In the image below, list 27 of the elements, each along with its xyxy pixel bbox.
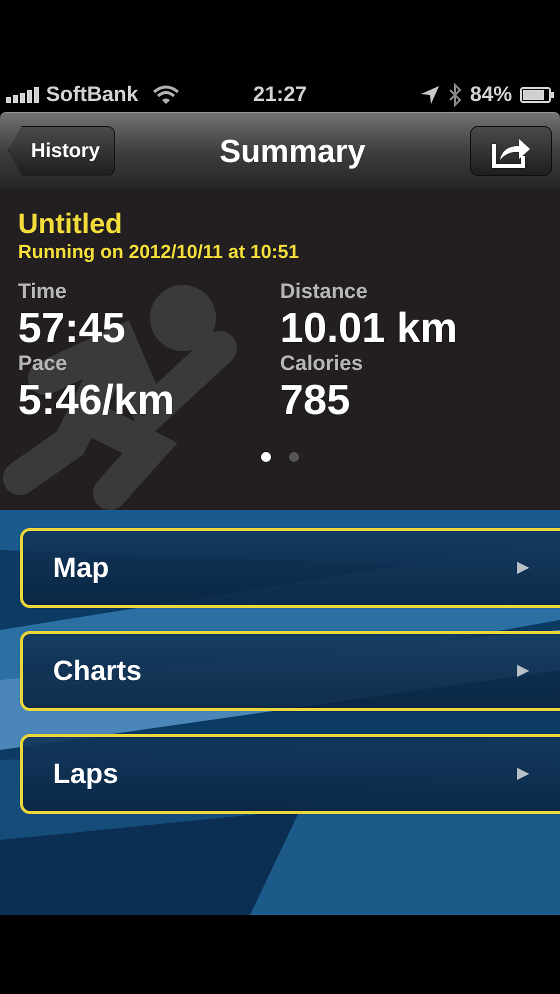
bluetooth-icon: [448, 83, 462, 107]
carrier-name: SoftBank: [46, 82, 138, 108]
stat-label: Calories: [280, 352, 363, 376]
battery-percent: 84%: [470, 82, 512, 108]
stat-value: 5:46/km: [18, 376, 174, 424]
menu-item[interactable]: Laps ▶: [20, 734, 560, 814]
share-button[interactable]: [470, 126, 552, 176]
stat-value: 785: [280, 376, 350, 424]
chevron-icon: ▶: [517, 556, 529, 580]
clock-time: 21:27: [253, 82, 307, 108]
activity-title: Untitled: [18, 208, 124, 240]
chevron-icon: ▶: [517, 762, 529, 786]
wifi-icon: [152, 85, 180, 105]
activity-date: Running on 2012/10/11 at 10:51: [18, 241, 300, 265]
stat-label: Distance: [280, 280, 368, 304]
signal-icon: [6, 87, 40, 103]
chevron-icon: ▶: [517, 659, 529, 683]
screen-title: Summary: [220, 132, 366, 171]
location-arrow-icon: [420, 85, 440, 105]
stat-value: 57:45: [18, 304, 126, 352]
stat-value: 10.01 km: [280, 304, 458, 352]
battery-icon: [520, 87, 554, 103]
stat-label: Pace: [18, 352, 68, 376]
stat-label: Time: [18, 280, 67, 304]
menu-item[interactable]: Charts ▶: [20, 631, 560, 711]
menu-item[interactable]: Map ▶: [20, 528, 560, 608]
back-button[interactable]: History: [8, 126, 115, 176]
